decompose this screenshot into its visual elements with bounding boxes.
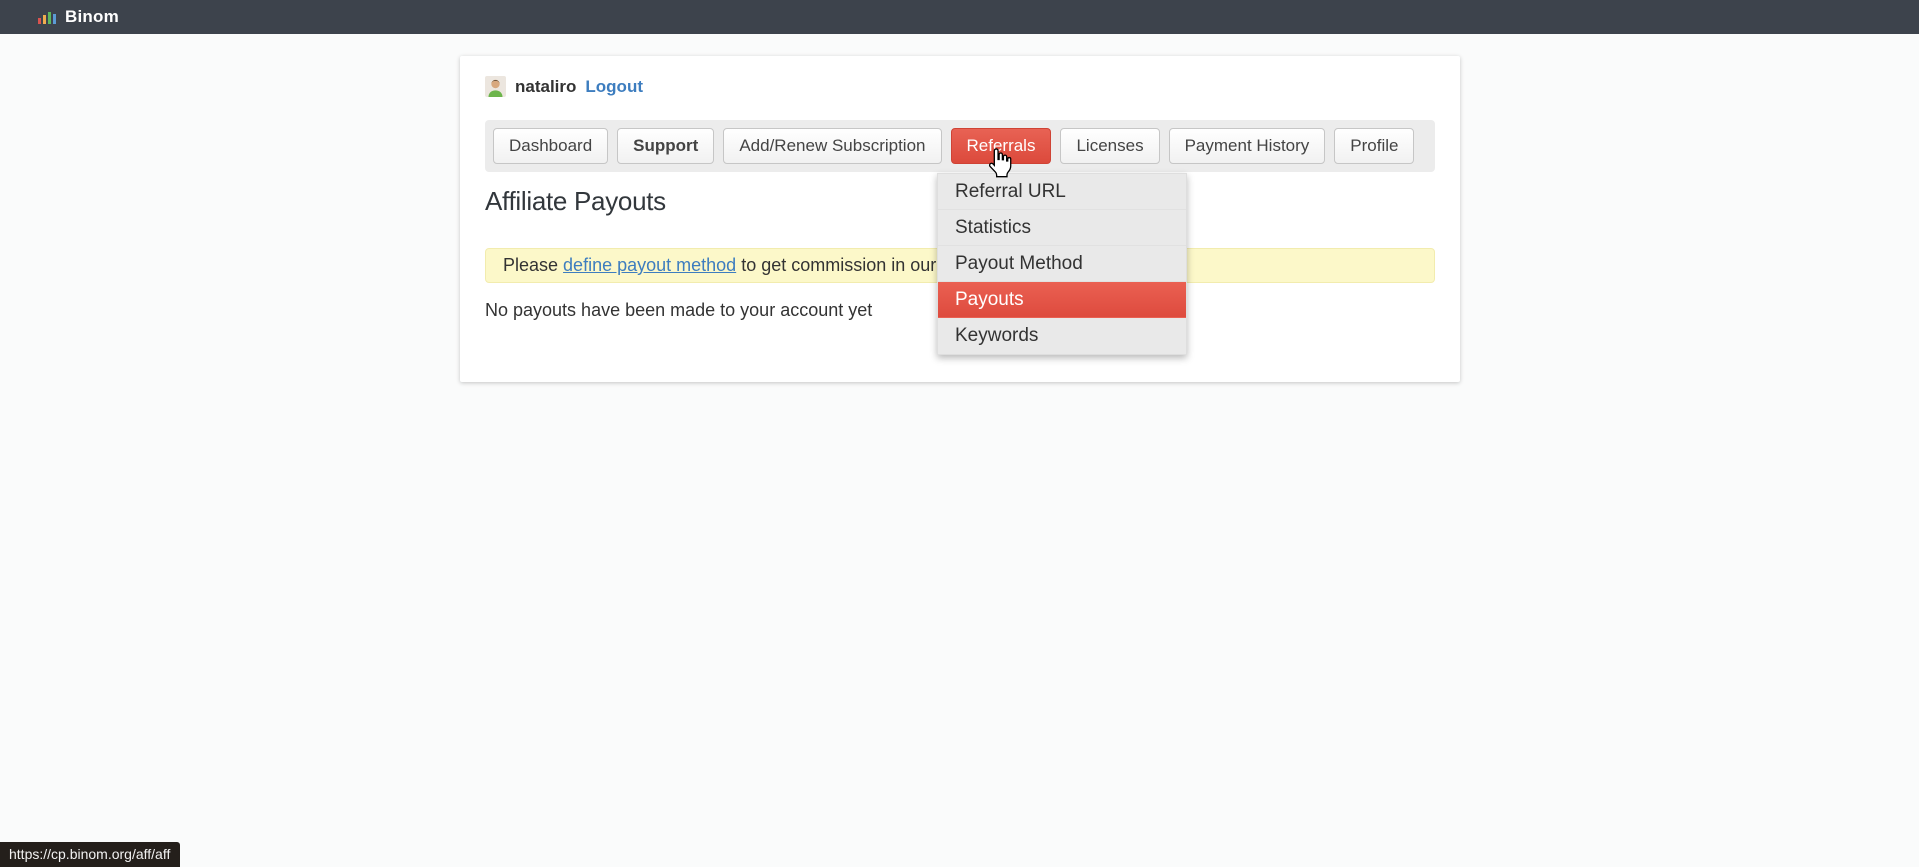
topbar: Binom: [0, 0, 1919, 34]
nav-payment-history[interactable]: Payment History: [1169, 128, 1326, 164]
logout-link[interactable]: Logout: [585, 77, 643, 97]
nav-profile[interactable]: Profile: [1334, 128, 1414, 164]
main-nav: Dashboard Support Add/Renew Subscription…: [485, 120, 1435, 172]
dropdown-statistics[interactable]: Statistics: [938, 210, 1186, 246]
dropdown-payout-method[interactable]: Payout Method: [938, 246, 1186, 282]
avatar: [485, 76, 506, 97]
no-payouts-message: No payouts have been made to your accoun…: [485, 300, 872, 321]
nav-licenses[interactable]: Licenses: [1060, 128, 1159, 164]
user-row: nataliro Logout: [485, 76, 643, 97]
dropdown-keywords[interactable]: Keywords: [938, 318, 1186, 354]
bar-chart-icon: [38, 10, 56, 24]
brand-name: Binom: [65, 7, 119, 27]
define-payout-method-link[interactable]: define payout method: [563, 255, 736, 276]
username: nataliro: [515, 77, 576, 97]
dropdown-payouts[interactable]: Payouts: [938, 282, 1186, 318]
referrals-dropdown-menu: Referral URL Statistics Payout Method Pa…: [937, 173, 1187, 355]
link-status-bar: https://cp.binom.org/aff/aff: [0, 842, 180, 867]
nav-referrals[interactable]: Referrals: [951, 128, 1052, 164]
nav-support[interactable]: Support: [617, 128, 714, 164]
nav-add-renew-subscription[interactable]: Add/Renew Subscription: [723, 128, 941, 164]
brand-logo[interactable]: Binom: [38, 7, 119, 27]
nav-dashboard[interactable]: Dashboard: [493, 128, 608, 164]
page-title: Affiliate Payouts: [485, 186, 666, 217]
dropdown-referral-url[interactable]: Referral URL: [938, 174, 1186, 210]
notice-text-prefix: Please: [503, 255, 563, 276]
